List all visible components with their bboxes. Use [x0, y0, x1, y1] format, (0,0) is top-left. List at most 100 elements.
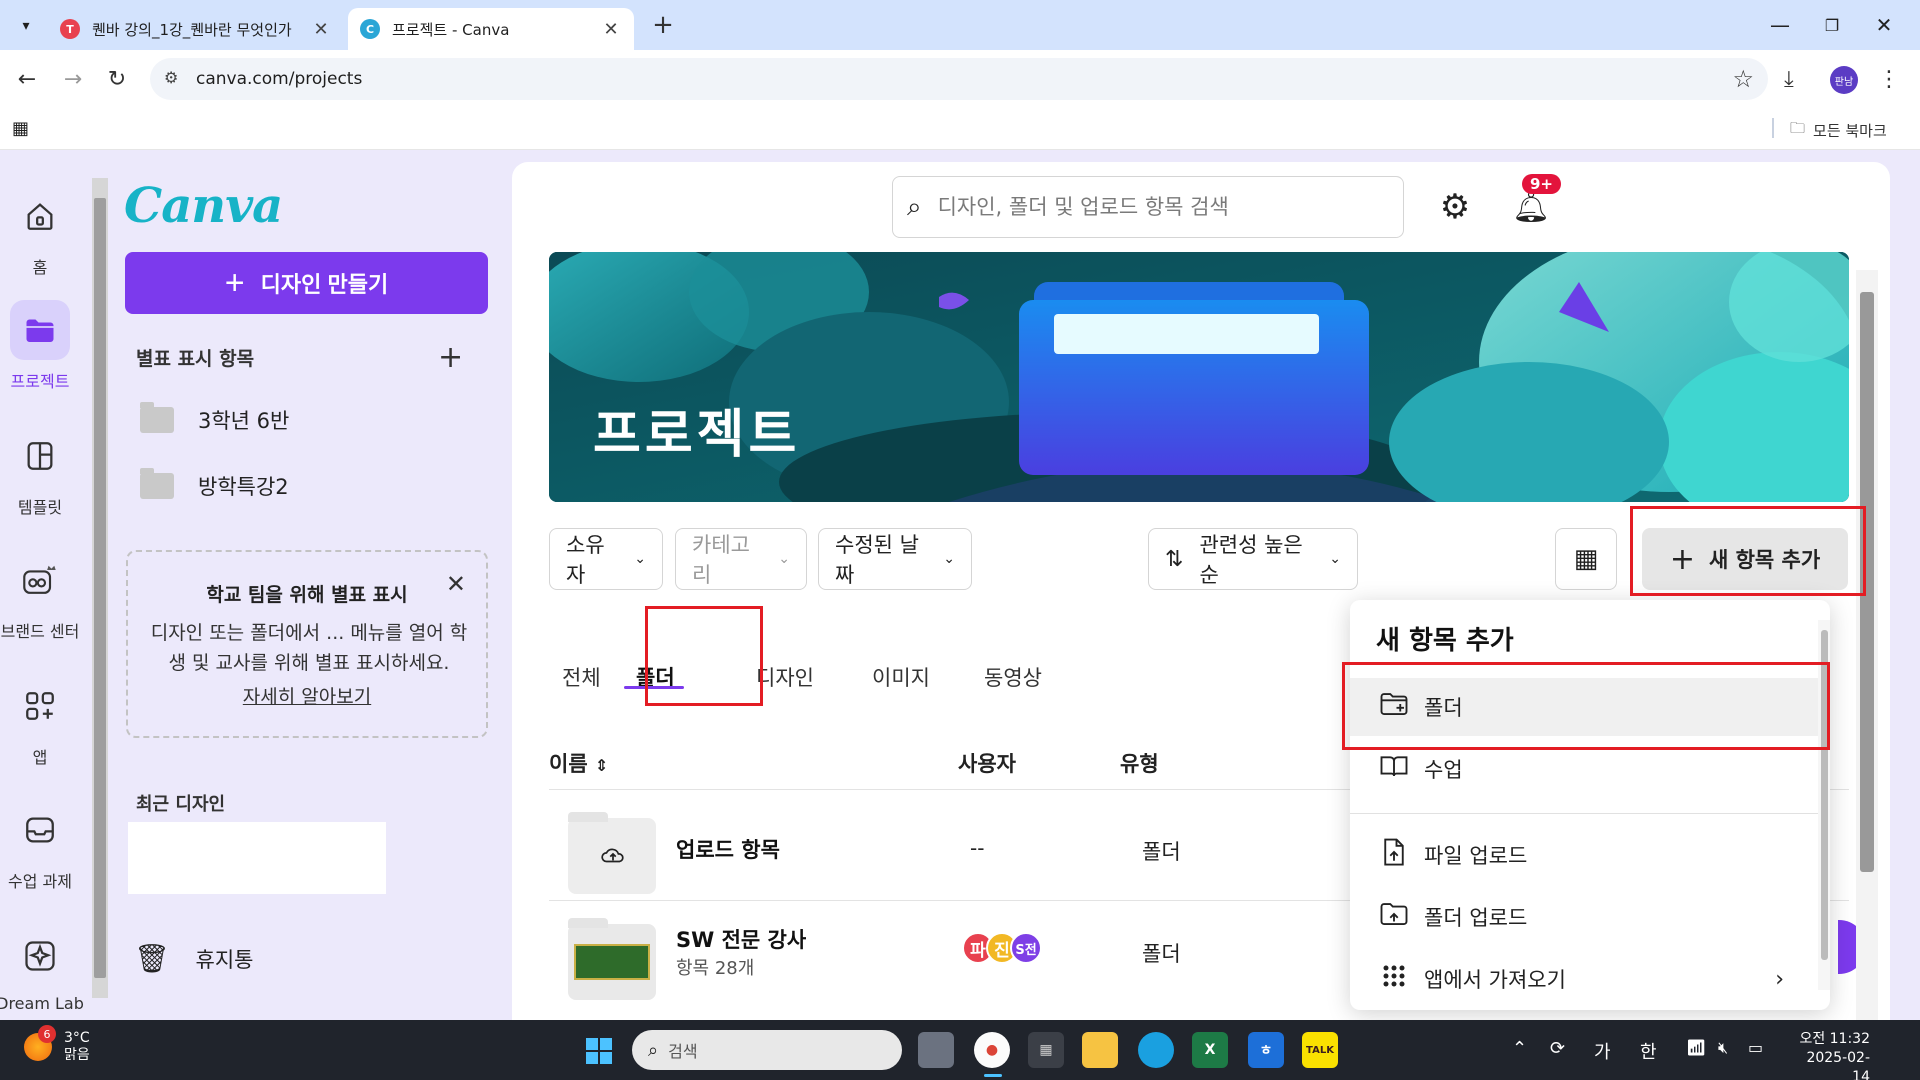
tab-images[interactable]: 이미지	[872, 662, 930, 692]
reload-icon[interactable]: ↻	[100, 62, 134, 96]
menu-item-file-upload[interactable]: 파일 업로드	[1350, 826, 1830, 884]
back-icon[interactable]: ←	[10, 62, 44, 96]
wifi-icon[interactable]: 📶︎	[1686, 1038, 1706, 1057]
browser-tab-canva[interactable]: C 프로젝트 - Canva ✕	[348, 8, 634, 50]
weather-widget[interactable]: 6 3°C 맑음	[24, 1025, 90, 1064]
category-filter[interactable]: 카테고리 ⌄	[675, 528, 807, 590]
site-info-icon[interactable]: ⚙	[164, 68, 186, 90]
main-scrollbar[interactable]	[1856, 270, 1878, 1020]
kakaotalk-icon[interactable]: TALK	[1302, 1032, 1338, 1068]
close-window-icon[interactable]: ✕	[1864, 8, 1904, 42]
user-avatar[interactable]: S전	[1010, 932, 1042, 964]
search-input[interactable]	[937, 195, 1358, 219]
url-text[interactable]: canva.com/projects	[196, 69, 362, 89]
menu-item-class[interactable]: 수업	[1350, 740, 1830, 798]
battery-icon[interactable]: ▭	[1748, 1038, 1763, 1057]
windows-start-icon[interactable]	[586, 1038, 612, 1064]
column-name-header[interactable]: 이름 ⇕	[549, 748, 608, 778]
rail-item-projects[interactable]: 프로젝트	[0, 300, 80, 392]
sort-dropdown[interactable]: ⇅ 관련성 높은 순 ⌄	[1148, 528, 1358, 590]
ime-lang[interactable]: 한	[1640, 1038, 1657, 1064]
menu-item-folder-upload[interactable]: 폴더 업로드	[1350, 888, 1830, 946]
add-new-item-button[interactable]: + 새 항목 추가	[1642, 528, 1848, 590]
row-user: --	[970, 836, 985, 860]
task-view-icon[interactable]	[918, 1032, 954, 1068]
chrome-icon[interactable]: ●	[974, 1032, 1010, 1068]
restore-icon[interactable]: ❐	[1812, 8, 1852, 42]
bookmark-star-icon[interactable]: ☆	[1732, 65, 1754, 93]
canva-logo[interactable]: Canva	[124, 178, 283, 234]
menu-item-folder[interactable]: 폴더	[1350, 678, 1830, 736]
cloud-upload-icon	[601, 848, 624, 863]
row-name[interactable]: SW 전문 강사	[676, 924, 806, 954]
grid-view-toggle[interactable]: ▦	[1555, 528, 1617, 590]
notification-badge: 9+	[1522, 174, 1562, 194]
tray-expand-icon[interactable]: ⌃	[1512, 1038, 1527, 1059]
hangul-icon[interactable]: ㅎ	[1248, 1032, 1284, 1068]
apps-grid-icon[interactable]: ▦	[12, 118, 34, 140]
download-icon[interactable]: ⤓	[1784, 62, 1794, 96]
all-bookmarks-button[interactable]: 🗀 모든 북마크	[1790, 118, 1887, 143]
minimize-icon[interactable]: —	[1760, 8, 1800, 42]
thumbnail-preview	[574, 944, 650, 980]
row-name[interactable]: 업로드 항목	[676, 834, 780, 864]
taskbar-search[interactable]: ⌕ 검색	[632, 1030, 902, 1070]
tab-designs[interactable]: 디자인	[756, 662, 814, 692]
owner-filter[interactable]: 소유자 ⌄	[549, 528, 663, 590]
tab-videos[interactable]: 동영상	[984, 662, 1042, 692]
recent-design-thumbnail[interactable]	[128, 822, 386, 894]
file-explorer-icon[interactable]	[1082, 1032, 1118, 1068]
speaker-mute-icon[interactable]: 🔇︎	[1718, 1038, 1728, 1058]
hero-title: 프로젝트	[593, 405, 801, 465]
rail-item-home[interactable]: 홈	[0, 186, 80, 278]
dream-lab-icon	[10, 926, 70, 986]
new-tab-button[interactable]: +	[648, 10, 678, 40]
sidebar-folder-item[interactable]: 3학년 6반	[140, 400, 289, 440]
home-icon	[10, 186, 70, 246]
system-clock[interactable]: 오전 11:32 2025-02-14	[1790, 1030, 1870, 1080]
modified-date-filter[interactable]: 수정된 날짜 ⌄	[818, 528, 972, 590]
projects-hero-banner: 프로젝트	[549, 252, 1849, 502]
search-box[interactable]: ⌕	[892, 176, 1404, 238]
excel-icon[interactable]: X	[1192, 1032, 1228, 1068]
settings-gear-icon[interactable]: ⚙	[1430, 182, 1480, 232]
chevron-right-icon: ›	[1775, 966, 1784, 992]
menu-title: 새 항목 추가	[1376, 626, 1514, 656]
trash-item[interactable]: 🗑 휴지통	[134, 942, 254, 975]
apps-icon	[10, 676, 70, 736]
close-tab-icon[interactable]: ✕	[600, 19, 622, 40]
browser-tab-bar: ▾ T 퀜바 강의_1강_퀜바란 무엇인가 ✕ C 프로젝트 - Canva ✕…	[0, 0, 1920, 50]
sidebar-folder-item[interactable]: 방학특강2	[140, 466, 289, 506]
menu-divider	[1350, 813, 1830, 814]
edge-icon[interactable]	[1138, 1032, 1174, 1068]
rail-scrollbar[interactable]	[92, 178, 108, 998]
row-item-count: 항목 28개	[676, 958, 755, 979]
rail-item-brand[interactable]: 브랜드 센터	[0, 550, 92, 642]
menu-scrollbar[interactable]	[1818, 620, 1830, 990]
folder-icon	[10, 300, 70, 360]
bookmarks-divider	[1772, 118, 1774, 138]
forward-icon[interactable]: →	[56, 62, 90, 96]
row-type: 폴더	[1142, 840, 1181, 864]
rail-item-templates[interactable]: 템플릿	[0, 426, 80, 518]
starred-section-title: 별표 표시 항목	[136, 348, 255, 370]
ime-mode[interactable]: 가	[1594, 1038, 1611, 1064]
browser-menu-icon[interactable]: ⋮	[1878, 62, 1900, 96]
rail-item-dream-lab[interactable]: Dream Lab	[0, 926, 90, 1013]
add-starred-icon[interactable]: +	[438, 340, 463, 375]
learn-more-link[interactable]: 자세히 알아보기	[128, 682, 486, 709]
tab-all[interactable]: 전체	[562, 662, 601, 692]
create-design-button[interactable]: + 디자인 만들기	[125, 252, 488, 314]
close-tab-icon[interactable]: ✕	[310, 19, 332, 40]
rail-item-assignments[interactable]: 수업 과제	[0, 800, 86, 892]
folder-icon	[140, 402, 174, 433]
rail-item-apps[interactable]: 앱	[0, 676, 80, 768]
profile-avatar[interactable]: 판남	[1830, 66, 1858, 94]
address-bar[interactable]: ⚙ canva.com/projects ☆	[150, 58, 1768, 100]
folder-icon: 🗀	[1790, 119, 1806, 137]
menu-item-import-from-apps[interactable]: 앱에서 가져오기 ›	[1350, 950, 1830, 1008]
tab-search-icon[interactable]: ▾	[12, 12, 40, 40]
calculator-icon[interactable]: ▦	[1028, 1032, 1064, 1068]
tray-sync-icon[interactable]: ⟳	[1550, 1038, 1565, 1059]
browser-tab-lecture[interactable]: T 퀜바 강의_1강_퀜바란 무엇인가 ✕	[48, 8, 344, 50]
